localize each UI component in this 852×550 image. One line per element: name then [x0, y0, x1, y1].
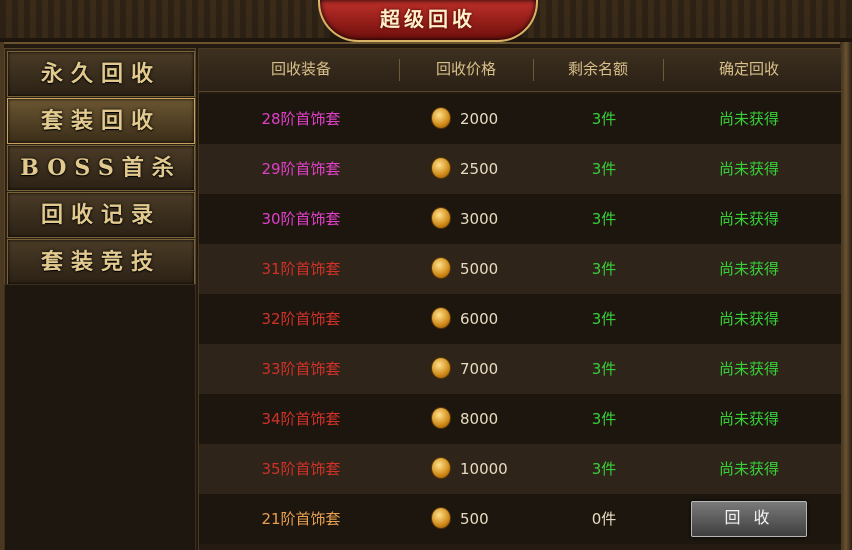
gold-coin-icon [431, 306, 451, 329]
menu-item-boss-first-kill[interactable]: BOSS首杀 [7, 145, 195, 191]
remaining: 3件 [591, 160, 617, 178]
remaining: 3件 [591, 360, 617, 378]
item-name: 33阶首饰套 [261, 360, 341, 378]
status-text: 尚未获得 [718, 360, 779, 378]
gold-coin-icon [431, 106, 451, 129]
table-header: 回收装备 回收价格 剩余名额 确定回收 [199, 49, 841, 92]
title-bar: 超级回收 [0, 0, 852, 44]
col-price: 回收价格 [435, 60, 496, 78]
menu-item-label: 套装回收 [40, 108, 161, 134]
gold-coin-icon [431, 256, 451, 279]
table-row: 34阶首饰套 8000 3件 尚未获得 [199, 394, 841, 444]
ornament-right [522, 0, 852, 38]
status-text: 尚未获得 [718, 160, 779, 178]
status-text: 尚未获得 [718, 410, 779, 428]
item-name: 31阶首饰套 [261, 260, 341, 278]
price-value: 8000 [460, 410, 499, 428]
price-value: 5000 [460, 260, 499, 278]
table-row: 33阶首饰套 7000 3件 尚未获得 [199, 344, 841, 394]
remaining: 0件 [591, 510, 617, 528]
window-title: 超级回收 [380, 7, 476, 31]
remaining: 3件 [591, 410, 617, 428]
status-text: 尚未获得 [718, 310, 779, 328]
item-name: 32阶首饰套 [261, 310, 341, 328]
recycle-window: 超级回收 永久回收 套装回收 BOSS首杀 回收记录 套装竞技 回收装备 回收价… [0, 0, 852, 550]
price-value: 10000 [460, 460, 508, 478]
title-plate: 超级回收 [318, 0, 538, 42]
remaining: 3件 [591, 110, 617, 128]
table-row: 29阶首饰套 2500 3件 尚未获得 [199, 144, 841, 194]
price-value: 7000 [460, 360, 499, 378]
remaining: 3件 [591, 460, 617, 478]
remaining: 3件 [591, 210, 617, 228]
menu-item-label: 套装竞技 [40, 249, 161, 275]
recycle-button[interactable]: 回 收 [691, 501, 807, 537]
side-menu-empty-area [4, 284, 196, 550]
item-name: 35阶首饰套 [261, 460, 341, 478]
status-text: 尚未获得 [718, 460, 779, 478]
menu-item-set-competition[interactable]: 套装竞技 [7, 239, 195, 285]
gold-coin-icon [431, 506, 451, 529]
menu-item-label: 永久回收 [40, 61, 161, 87]
recycle-table: 回收装备 回收价格 剩余名额 确定回收 28阶首饰套 2000 3件 尚未获得 … [198, 48, 842, 550]
gold-coin-icon [431, 406, 451, 429]
price-value: 6000 [460, 310, 499, 328]
table-row: 31阶首饰套 5000 3件 尚未获得 [199, 244, 841, 294]
price-value: 2000 [460, 110, 499, 128]
menu-item-recycle-record[interactable]: 回收记录 [7, 192, 195, 238]
table-row: 28阶首饰套 2000 3件 尚未获得 [199, 94, 841, 144]
gold-coin-icon [431, 356, 451, 379]
table-row: 35阶首饰套 10000 3件 尚未获得 [199, 444, 841, 494]
status-text: 尚未获得 [718, 110, 779, 128]
remaining: 3件 [591, 260, 617, 278]
gold-coin-icon [431, 206, 451, 229]
price-value: 2500 [460, 160, 499, 178]
status-text: 尚未获得 [718, 210, 779, 228]
gold-coin-icon [431, 456, 451, 479]
item-name: 29阶首饰套 [261, 160, 341, 178]
table-row: 21阶首饰套 500 0件 回 收 [199, 494, 841, 544]
table-row: 30阶首饰套 3000 3件 尚未获得 [199, 194, 841, 244]
col-remaining: 剩余名额 [567, 60, 628, 78]
col-confirm: 确定回收 [718, 60, 779, 78]
col-equipment: 回收装备 [270, 60, 331, 78]
item-name: 34阶首饰套 [261, 410, 341, 428]
remaining: 3件 [591, 310, 617, 328]
item-name: 21阶首饰套 [261, 510, 341, 528]
item-name: 30阶首饰套 [261, 210, 341, 228]
menu-item-set-recycle[interactable]: 套装回收 [7, 98, 195, 144]
price-value: 3000 [460, 210, 499, 228]
gold-coin-icon [431, 156, 451, 179]
ornament-left [0, 0, 330, 38]
price-value: 500 [460, 510, 489, 528]
table-row: 32阶首饰套 6000 3件 尚未获得 [199, 294, 841, 344]
side-menu: 永久回收 套装回收 BOSS首杀 回收记录 套装竞技 [4, 48, 196, 285]
menu-item-permanent-recycle[interactable]: 永久回收 [7, 51, 195, 97]
item-name: 28阶首饰套 [261, 110, 341, 128]
status-text: 尚未获得 [718, 260, 779, 278]
menu-item-label: 回收记录 [40, 202, 161, 228]
menu-item-label: BOSS首杀 [20, 155, 182, 181]
